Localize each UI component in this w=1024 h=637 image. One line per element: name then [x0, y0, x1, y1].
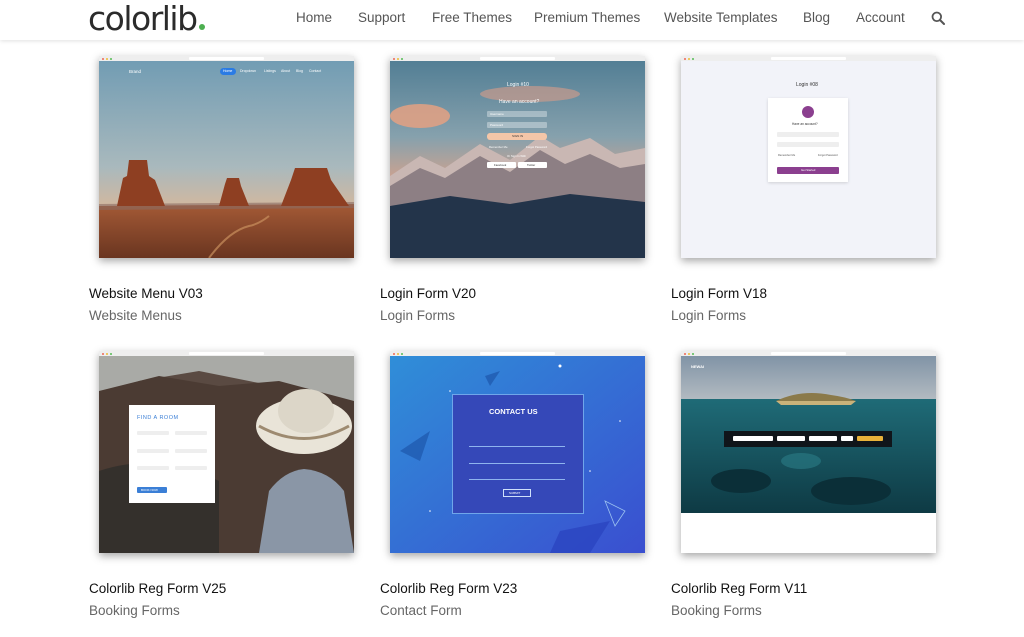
thumb-remember: Remember Me	[489, 145, 508, 149]
thumb-field	[137, 466, 169, 470]
nav-free-themes[interactable]: Free Themes	[432, 10, 512, 25]
browser-chrome	[681, 351, 936, 356]
thumb-brand: NEWAI	[691, 364, 705, 369]
thumb-field	[137, 431, 169, 435]
thumb-subheading: Have an account?	[792, 122, 818, 126]
thumb-field	[777, 436, 805, 441]
card-category[interactable]: Booking Forms	[671, 603, 762, 618]
thumb-heading: FIND A ROOM	[137, 415, 179, 421]
template-thumbnail[interactable]: Brand Home Dropdown Listings About Blog …	[99, 56, 354, 258]
thumb-field	[137, 449, 169, 453]
card-title[interactable]: Colorlib Reg Form V11	[671, 581, 807, 596]
card-title[interactable]: Login Form V20	[380, 286, 476, 301]
thumb-search-button	[857, 436, 883, 441]
thumb-forgot: Forgot Password	[818, 154, 838, 157]
template-thumbnail[interactable]: Login #10 Have an account? Username Pass…	[390, 56, 645, 258]
browser-chrome	[681, 56, 936, 61]
thumb-button: SIGN IN	[512, 134, 524, 138]
lock-icon	[802, 106, 814, 118]
template-thumbnail[interactable]: NEWAI	[681, 351, 936, 553]
desert-landscape-image	[99, 56, 354, 258]
thumb-menu-item: About	[281, 69, 291, 73]
thumb-social: Facebook	[494, 163, 507, 167]
card-category[interactable]: Login Forms	[380, 308, 455, 323]
template-thumbnail[interactable]: Login #08 Have an account? Remember Me F…	[681, 56, 936, 258]
browser-chrome	[390, 351, 645, 356]
thumb-button: SUBMIT	[509, 491, 521, 495]
logo-text: colorlib	[88, 0, 198, 38]
colorlib-logo[interactable]: colorlib	[88, 0, 205, 38]
thumb-field	[809, 436, 837, 441]
thumb-or: Or Sign In With	[507, 154, 526, 158]
card-category[interactable]: Website Menus	[89, 308, 182, 323]
thumb-subheading: Have an account?	[499, 99, 540, 105]
browser-chrome	[390, 56, 645, 61]
card-title[interactable]: Login Form V18	[671, 286, 767, 301]
thumb-field	[175, 466, 207, 470]
thumb-remember: Remember Me	[778, 154, 796, 157]
card-category[interactable]: Login Forms	[671, 308, 746, 323]
nav-website-templates[interactable]: Website Templates	[664, 10, 778, 25]
logo-dot	[198, 24, 205, 30]
thumb-field	[175, 431, 207, 435]
thumb-field	[777, 142, 839, 147]
browser-chrome	[99, 56, 354, 61]
nav-blog[interactable]: Blog	[803, 10, 830, 25]
card-category[interactable]: Booking Forms	[89, 603, 180, 618]
thumb-button: BOOK NOW	[141, 488, 158, 492]
card-title[interactable]: Colorlib Reg Form V25	[89, 581, 226, 596]
thumb-field	[777, 132, 839, 137]
thumb-forgot: Forgot Password	[526, 145, 548, 149]
thumb-field	[175, 449, 207, 453]
thumb-username: Username	[490, 111, 504, 116]
thumb-menu-item: Listings	[264, 69, 276, 73]
thumb-menu-item: Blog	[296, 69, 304, 73]
nav-account[interactable]: Account	[856, 10, 905, 25]
search-icon[interactable]	[931, 11, 945, 25]
thumb-field	[841, 436, 853, 441]
thumb-menu-item: Home	[223, 69, 233, 73]
card-title[interactable]: Website Menu V03	[89, 286, 203, 301]
template-thumbnail[interactable]: CONTACT US SUBMIT	[390, 351, 645, 553]
card-category[interactable]: Contact Form	[380, 603, 462, 618]
thumb-heading: Login #10	[507, 82, 529, 88]
template-thumbnail[interactable]: FIND A ROOM BOOK NOW	[99, 351, 354, 553]
thumb-heading: Login #08	[796, 82, 818, 88]
thumb-button: Get Started	[801, 168, 816, 172]
card-title[interactable]: Colorlib Reg Form V23	[380, 581, 517, 596]
nav-support[interactable]: Support	[358, 10, 405, 25]
thumb-password: Password	[490, 122, 504, 127]
thumb-menu-item: Dropdown	[240, 69, 256, 73]
thumb-menu-item: Contact	[309, 69, 322, 73]
thumb-field	[733, 436, 773, 441]
nav-home[interactable]: Home	[296, 10, 332, 25]
thumb-field-line	[469, 479, 565, 480]
thumb-social: Twitter	[527, 163, 536, 167]
site-header: colorlib Home Support Free Themes Premiu…	[0, 0, 1024, 40]
thumb-field-line	[469, 463, 565, 464]
thumb-brand: Brand	[129, 69, 142, 74]
thumb-heading: CONTACT US	[489, 407, 538, 416]
nav-premium-themes[interactable]: Premium Themes	[534, 10, 640, 25]
thumb-field-line	[469, 446, 565, 447]
browser-chrome	[99, 351, 354, 356]
